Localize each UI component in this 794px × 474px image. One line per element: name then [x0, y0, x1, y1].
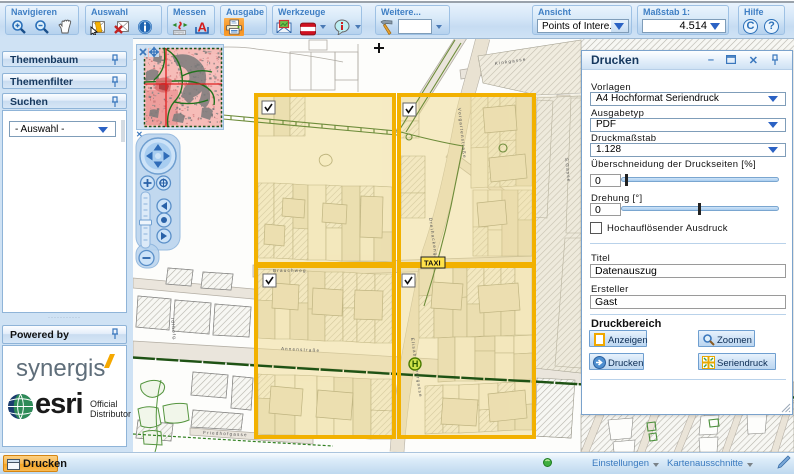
svg-text:A: A [198, 20, 208, 35]
svg-text:✕: ✕ [136, 130, 143, 139]
svg-text:H: H [412, 359, 419, 369]
svg-text:TAXI: TAXI [424, 259, 441, 268]
svg-text:B r a u c h w e g: B r a u c h w e g [273, 268, 306, 273]
